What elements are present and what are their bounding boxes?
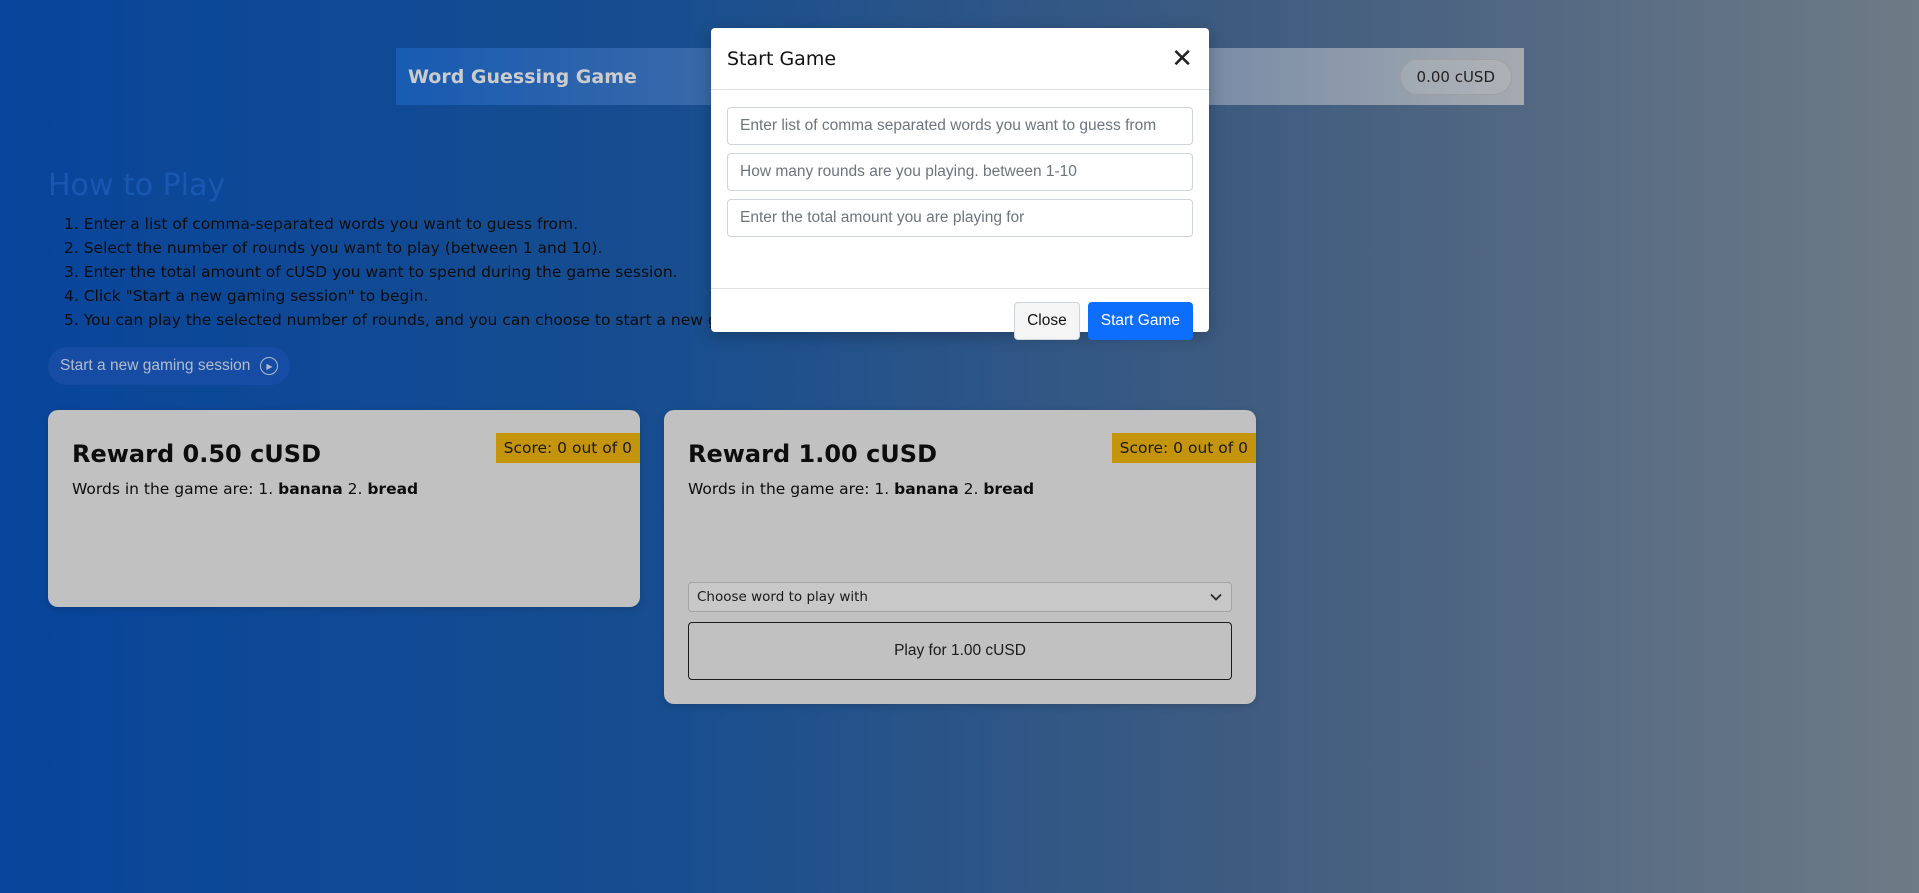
words-input[interactable] [727,107,1193,145]
modal-footer: Close Start Game [711,300,1209,342]
modal-title: Start Game [727,47,837,70]
start-game-button[interactable]: Start Game [1087,302,1193,340]
amount-input[interactable] [727,199,1193,237]
modal-body [711,90,1209,289]
modal-header: Start Game ✕ [711,28,1209,90]
close-button[interactable]: Close [1014,302,1080,340]
close-icon[interactable]: ✕ [1171,46,1193,72]
rounds-input[interactable] [727,153,1193,191]
start-game-modal: Start Game ✕ Close Start Game [711,28,1209,340]
